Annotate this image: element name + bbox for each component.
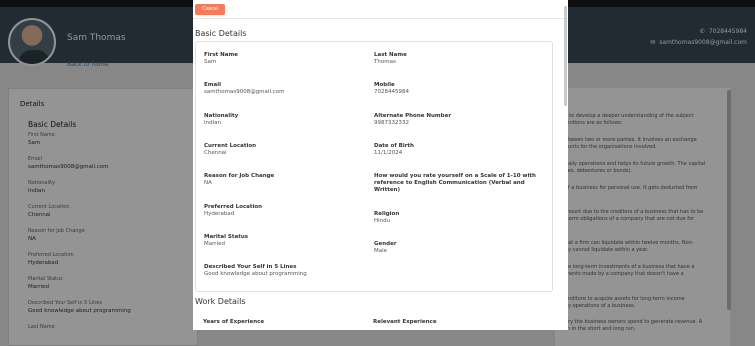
field-value: Chennai xyxy=(204,150,227,156)
field-label: Email xyxy=(204,82,221,88)
field-label: Mobile xyxy=(374,82,395,88)
field-value: 11/1/2024 xyxy=(374,150,403,156)
field-value: NA xyxy=(204,180,212,186)
field-value: Sam xyxy=(204,59,217,65)
field-label: How would you rate yourself on a Scale o… xyxy=(374,173,536,193)
field-value: Male xyxy=(374,248,388,254)
field-label: Relevant Experience xyxy=(373,319,437,325)
work-details-title: Work Details xyxy=(195,297,246,306)
field-label: Gender xyxy=(374,241,397,247)
field-label: Described Your Self in 5 Lines xyxy=(204,264,297,270)
field-value: Married xyxy=(204,241,225,247)
field-label: Current Location xyxy=(204,143,257,149)
modal-divider xyxy=(193,18,568,19)
basic-details-title: Basic Details xyxy=(195,29,247,38)
details-modal: Cancel Basic Details First Name Sam Last… xyxy=(193,0,568,330)
field-value: samthomas9008@gmail.com xyxy=(204,89,285,95)
cancel-button[interactable]: Cancel xyxy=(195,4,225,15)
field-label: Years of Experience xyxy=(203,319,265,325)
field-label: Reason for Job Change xyxy=(204,173,275,179)
field-value: Hindu xyxy=(374,218,391,224)
field-value: 9987332332 xyxy=(374,120,409,126)
field-label: Date of Birth xyxy=(374,143,414,149)
field-label: Preferred Location xyxy=(204,204,263,210)
field-label: Religion xyxy=(374,211,400,217)
field-label: Marital Status xyxy=(204,234,249,240)
field-value: Thomas xyxy=(374,59,396,65)
field-value: 7028445984 xyxy=(374,89,409,95)
field-label: Nationality xyxy=(204,113,239,119)
field-label: Last Name xyxy=(374,52,407,58)
field-value: Indian xyxy=(204,120,221,126)
field-label: Alternate Phone Number xyxy=(374,113,452,119)
basic-details-panel: First Name Sam Last Name Thomas Email sa… xyxy=(195,41,553,292)
field-label: First Name xyxy=(204,52,238,58)
field-value: Good knowledge about programming xyxy=(204,271,307,277)
field-value: 7 xyxy=(374,187,378,193)
modal-scrollbar[interactable] xyxy=(564,6,567,106)
field-value: Hyderabad xyxy=(204,211,235,217)
